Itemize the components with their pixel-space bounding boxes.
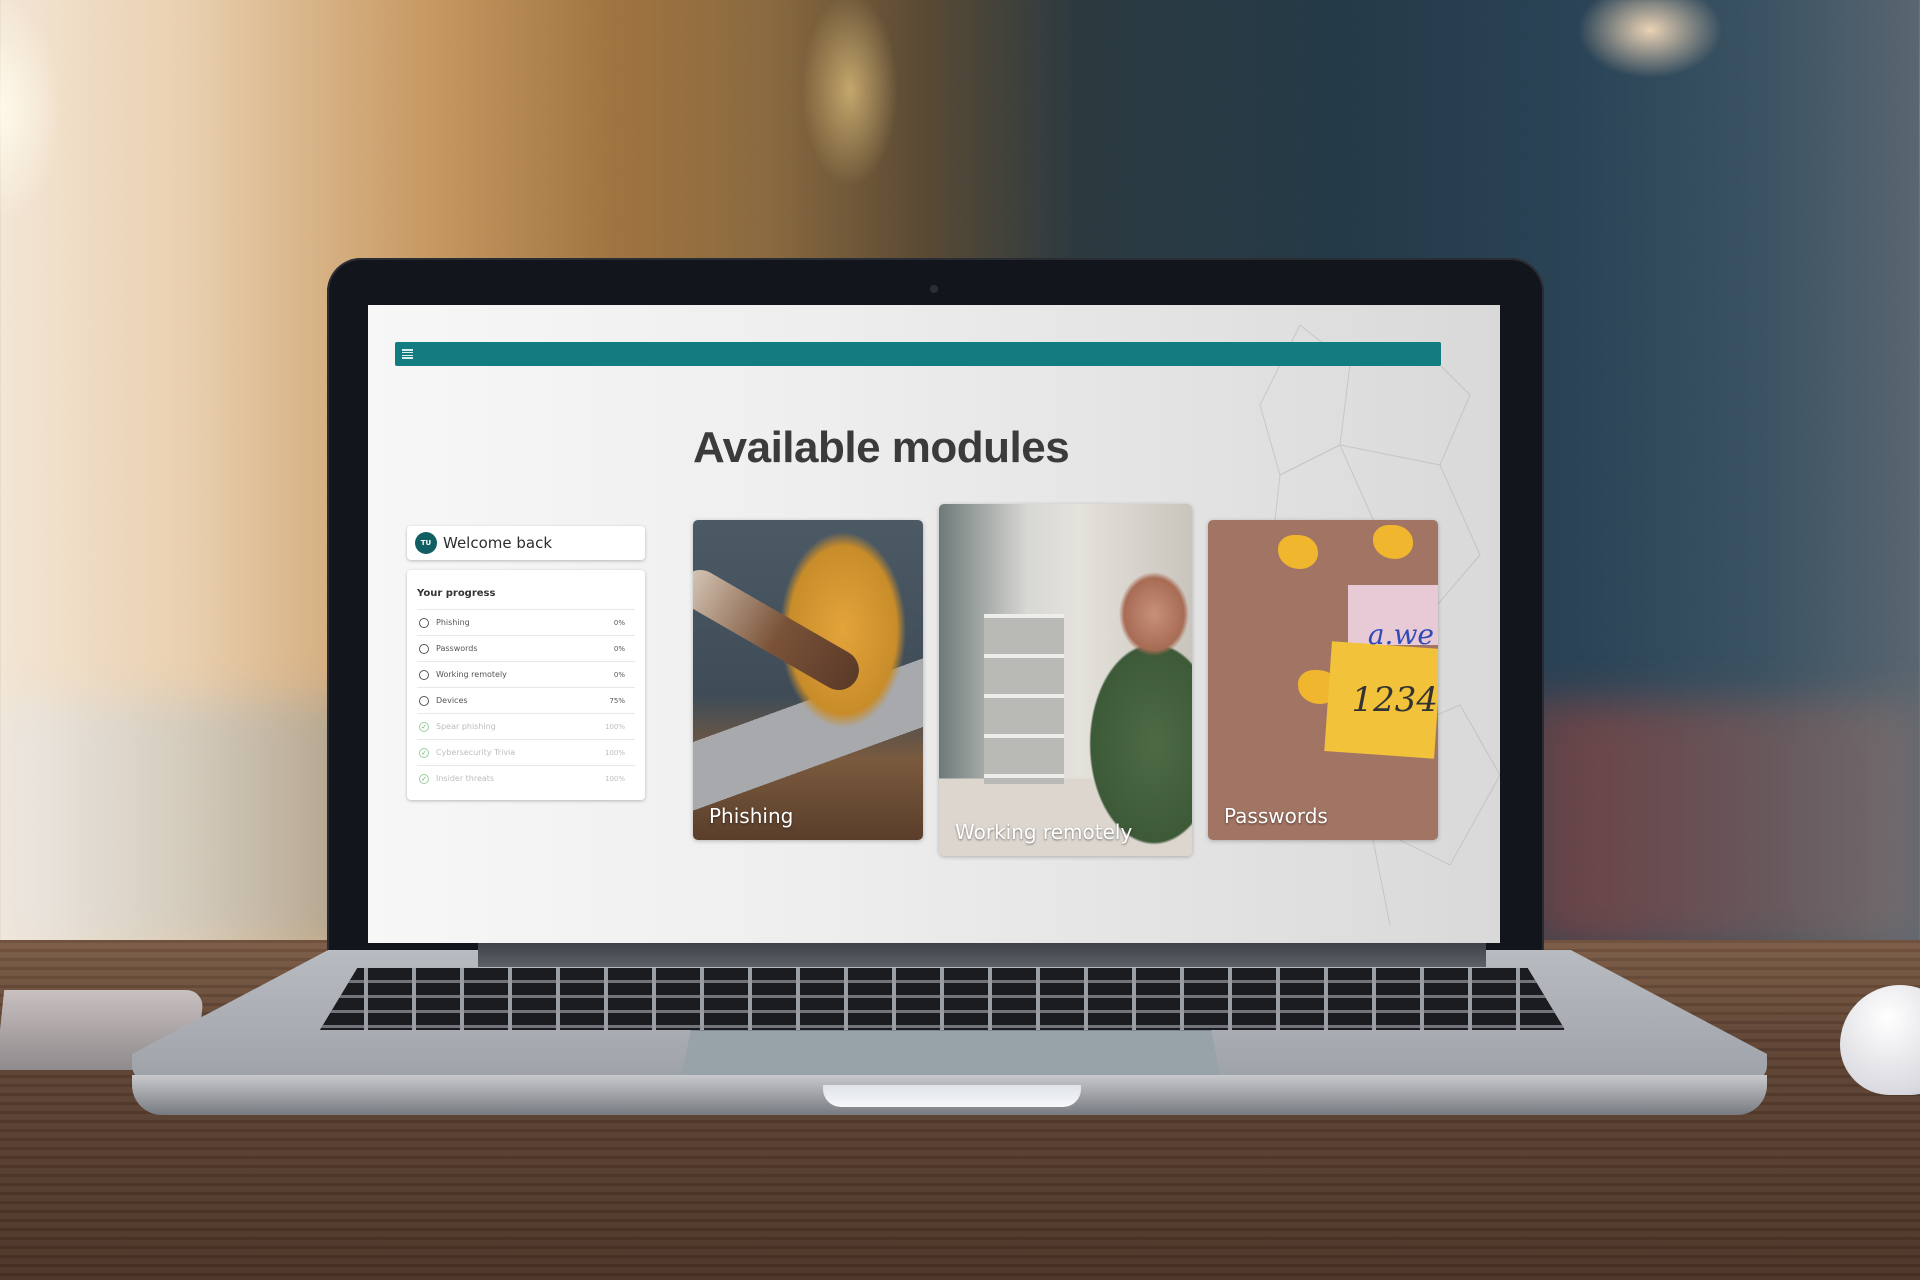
laptop-lid-notch (823, 1085, 1081, 1107)
laptop-screen: Available modules TU Welcome back Your p… (368, 305, 1500, 943)
progress-item-insider-threats[interactable]: ✓ Insider threats 100% (417, 765, 635, 791)
empty-circle-icon (419, 617, 429, 628)
progress-title: Your progress (417, 588, 496, 599)
progress-item-label: Spear phishing (436, 722, 496, 731)
progress-item-phishing[interactable]: Phishing 0% (417, 609, 635, 635)
progress-item-percent: 100% (604, 774, 625, 783)
progress-item-label: Passwords (436, 644, 478, 653)
module-image-working-remotely (984, 614, 1064, 784)
module-card-phishing[interactable]: Phishing (693, 520, 923, 840)
progress-item-label: Phishing (436, 618, 470, 627)
empty-circle-icon (419, 695, 429, 706)
progress-item-percent: 0% (613, 670, 625, 679)
progress-item-percent: 0% (613, 618, 625, 627)
crumpled-paper (1278, 535, 1318, 569)
progress-item-devices[interactable]: Devices 75% (417, 687, 635, 713)
progress-card: Your progress Phishing 0% Passwords 0% W… (407, 570, 645, 800)
module-card-working-remotely[interactable]: Working remotely (939, 504, 1192, 856)
progress-list: Phishing 0% Passwords 0% Working remotel… (417, 609, 635, 791)
note-text: 1234 (1351, 680, 1438, 720)
module-card-passwords[interactable]: a.we 1234 Passwords (1208, 520, 1438, 840)
progress-item-percent: 75% (609, 696, 625, 705)
crumpled-paper (1373, 525, 1413, 559)
progress-item-working-remotely[interactable]: Working remotely 0% (417, 661, 635, 687)
progress-item-label: Devices (436, 696, 468, 705)
module-card-label: Working remotely (955, 820, 1133, 844)
progress-item-cybersecurity-trivia[interactable]: ✓ Cybersecurity Trivia 100% (417, 739, 635, 765)
progress-item-passwords[interactable]: Passwords 0% (417, 635, 635, 661)
webcam (930, 285, 938, 293)
hamburger-menu-icon[interactable] (402, 349, 413, 359)
laptop-hinge (478, 942, 1486, 967)
progress-item-label: Cybersecurity Trivia (436, 748, 516, 757)
welcome-text: Welcome back (443, 534, 553, 552)
module-card-label: Phishing (709, 804, 794, 828)
page-title: Available modules (693, 423, 1070, 472)
progress-item-percent: 0% (613, 644, 625, 653)
progress-item-label: Working remotely (436, 670, 507, 679)
progress-item-spear-phishing[interactable]: ✓ Spear phishing 100% (417, 713, 635, 739)
avatar[interactable]: TU (415, 532, 437, 554)
note-text: a.we (1367, 618, 1434, 651)
empty-circle-icon (419, 669, 429, 680)
module-image-phishing (693, 562, 867, 698)
module-card-label: Passwords (1224, 804, 1328, 828)
check-circle-icon: ✓ (419, 773, 429, 784)
check-circle-icon: ✓ (419, 721, 429, 732)
progress-item-percent: 100% (604, 748, 625, 757)
laptop-keyboard (320, 968, 1565, 1030)
empty-circle-icon (419, 643, 429, 654)
progress-item-label: Insider threats (436, 774, 495, 783)
check-circle-icon: ✓ (419, 747, 429, 758)
top-navigation-bar (395, 342, 1441, 366)
welcome-card: TU Welcome back (407, 526, 645, 560)
progress-item-percent: 100% (604, 722, 625, 731)
